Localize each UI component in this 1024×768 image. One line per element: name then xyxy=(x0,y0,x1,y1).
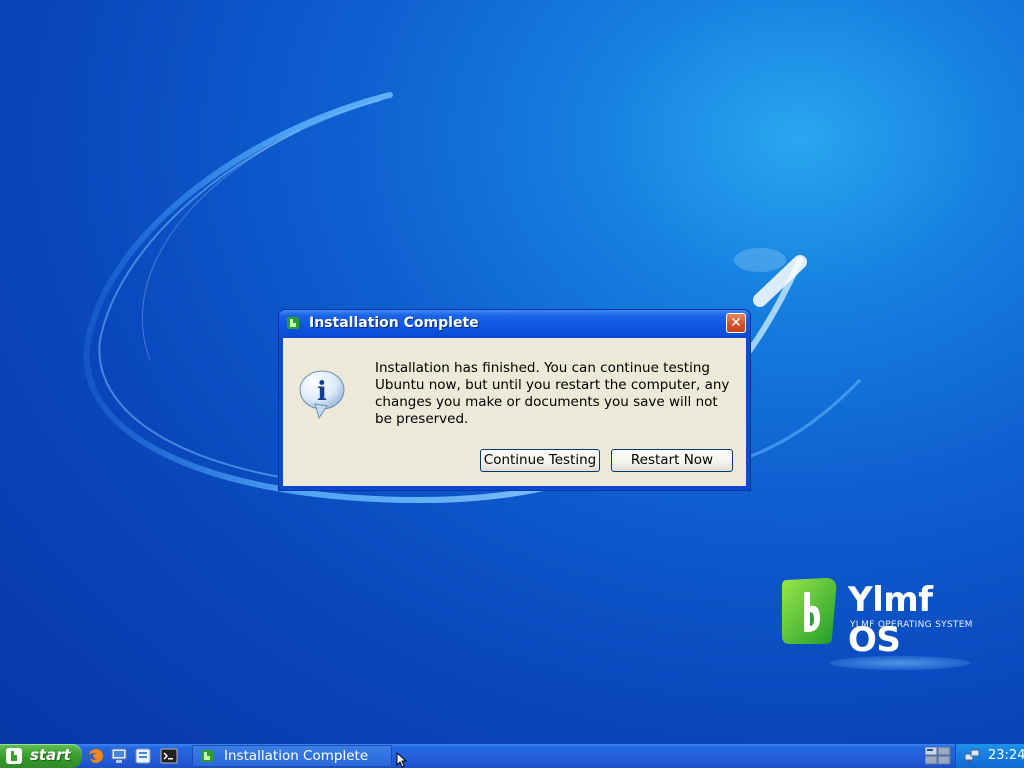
terminal-icon[interactable] xyxy=(160,747,178,765)
dialog-titlebar[interactable]: Installation Complete ✕ xyxy=(279,310,750,338)
svg-text:i: i xyxy=(317,377,327,407)
installation-complete-dialog: Installation Complete ✕ i Installation h… xyxy=(279,310,750,490)
start-logo-icon xyxy=(6,748,22,764)
continue-testing-button[interactable]: Continue Testing xyxy=(480,449,600,472)
info-icon: i xyxy=(299,370,345,420)
taskbar-item-label: Installation Complete xyxy=(224,748,369,764)
restart-now-button[interactable]: Restart Now xyxy=(611,449,733,472)
logo-glow xyxy=(830,656,970,670)
start-button[interactable]: start xyxy=(0,744,82,768)
installer-icon xyxy=(201,750,213,762)
firefox-icon[interactable] xyxy=(87,747,105,765)
dialog-body: i Installation has finished. You can con… xyxy=(283,338,746,486)
taskbar-item-installation-complete[interactable]: Installation Complete xyxy=(192,745,392,767)
network-icon[interactable] xyxy=(964,748,980,764)
taskbar: start Installation Complete 23:24 xyxy=(0,744,1024,768)
mouse-pointer-icon xyxy=(396,752,408,768)
ylmf-logo: Ylmf OS YLMF OPERATING SYSTEM xyxy=(780,576,980,660)
dialog-message: Installation has finished. You can conti… xyxy=(375,360,730,427)
dialog-title: Installation Complete xyxy=(309,315,479,331)
installer-icon xyxy=(287,317,299,329)
logo-subtitle: YLMF OPERATING SYSTEM xyxy=(850,620,973,630)
desktop: Ylmf OS YLMF OPERATING SYSTEM Installati… xyxy=(0,0,1024,744)
ylmf-logo-icon xyxy=(782,578,837,644)
clock[interactable]: 23:24 xyxy=(988,748,1024,763)
computer-icon[interactable] xyxy=(110,747,128,765)
files-icon[interactable] xyxy=(134,747,152,765)
start-label: start xyxy=(30,746,71,764)
close-button[interactable]: ✕ xyxy=(726,313,746,333)
workspace-switcher-icon[interactable] xyxy=(925,747,951,765)
